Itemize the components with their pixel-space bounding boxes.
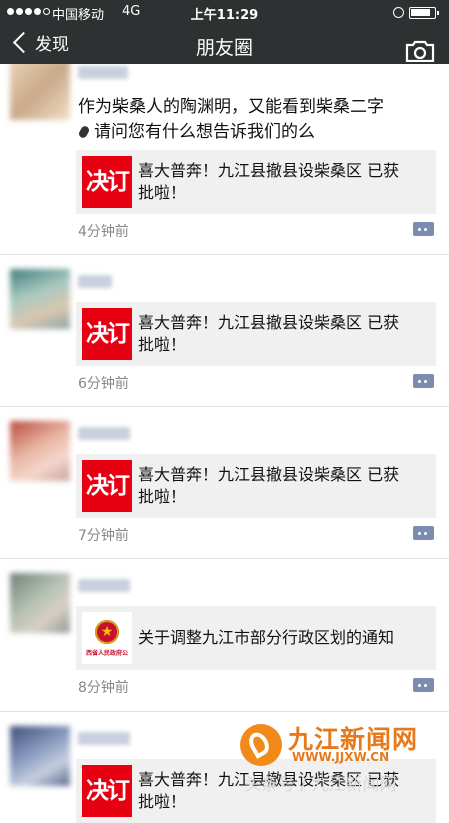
status-time: 上午11:29 bbox=[190, 8, 259, 23]
link-title-line: 喜大普奔！九江县撤县设柴桑区 已获 bbox=[138, 161, 400, 180]
link-title-line: 喜大普奔！九江县撤县设柴桑区 已获 bbox=[138, 313, 400, 332]
user-name[interactable] bbox=[78, 732, 130, 745]
avatar[interactable] bbox=[10, 726, 70, 786]
article-thumbnail: 决订 bbox=[82, 308, 132, 360]
top-bar: 中国移动 4G 上午11:29 发现 朋友圈 bbox=[0, 0, 449, 64]
status-bar: 中国移动 4G 上午11:29 bbox=[0, 0, 449, 24]
comment-icon[interactable] bbox=[413, 374, 434, 388]
article-thumbnail: 西省人民政府公 bbox=[82, 612, 132, 664]
link-title-line: 批啦！ bbox=[138, 335, 187, 354]
link-title-line: 关于调整九江市部分行政区划的通知 bbox=[138, 628, 395, 647]
article-thumbnail: 决订 bbox=[82, 460, 132, 512]
battery-icon bbox=[409, 7, 439, 19]
link-card[interactable]: 决订 喜大普奔！九江县撤县设柴桑区 已获 批啦！ bbox=[76, 150, 436, 214]
comment-icon[interactable] bbox=[413, 678, 434, 692]
link-title-line: 批啦！ bbox=[138, 487, 187, 506]
post-time: 4分钟前 bbox=[78, 224, 129, 240]
post-text-line: 作为柴桑人的陶渊明，又能看到柴桑二字 bbox=[78, 97, 384, 117]
moment-post: 作为柴桑人的陶渊明，又能看到柴桑二字 请问您有什么想告诉我们的么 决订 喜大普奔… bbox=[0, 60, 449, 255]
user-name[interactable] bbox=[78, 579, 130, 592]
link-title: 喜大普奔！九江县撤县设柴桑区 已获 批啦！ bbox=[138, 464, 426, 508]
link-title: 喜大普奔！九江县撤县设柴桑区 已获 批啦！ bbox=[138, 312, 426, 356]
user-name[interactable] bbox=[78, 275, 112, 288]
post-text: 作为柴桑人的陶渊明，又能看到柴桑二字 请问您有什么想告诉我们的么 bbox=[77, 95, 438, 145]
nav-bar: 发现 朋友圈 bbox=[0, 24, 449, 64]
moment-post: 决订 喜大普奔！九江县撤县设柴桑区 已获 批啦！ 6分钟前 bbox=[0, 255, 449, 407]
watermark: 九江新闻网 WWW.JJXW.CN 头条号 / 九江新闻网 bbox=[236, 718, 442, 795]
post-time: 8分钟前 bbox=[78, 680, 129, 696]
user-name[interactable] bbox=[78, 66, 128, 79]
watermark-url: WWW.JJXW.CN bbox=[292, 750, 390, 764]
link-title: 关于调整九江市部分行政区划的通知 bbox=[138, 627, 426, 649]
watermark-slogan: 头条号 / 九江新闻网 bbox=[244, 775, 397, 795]
comment-icon[interactable] bbox=[413, 526, 434, 540]
post-time: 6分钟前 bbox=[78, 376, 129, 392]
national-emblem-icon bbox=[95, 612, 119, 658]
link-title-line: 喜大普奔！九江县撤县设柴桑区 已获 bbox=[138, 465, 400, 484]
avatar[interactable] bbox=[10, 421, 70, 481]
site-logo-icon bbox=[240, 724, 282, 766]
rotation-lock-icon bbox=[393, 7, 404, 18]
link-card[interactable]: 决订 喜大普奔！九江县撤县设柴桑区 已获 批啦！ bbox=[76, 302, 436, 366]
link-card[interactable]: 决订 喜大普奔！九江县撤县设柴桑区 已获 批啦！ bbox=[76, 454, 436, 518]
page-title: 朋友圈 bbox=[195, 37, 253, 59]
post-time: 7分钟前 bbox=[78, 528, 129, 544]
link-title-line: 批啦！ bbox=[138, 183, 187, 202]
camera-icon[interactable] bbox=[405, 40, 435, 62]
avatar[interactable] bbox=[10, 60, 70, 120]
avatar[interactable] bbox=[10, 269, 70, 329]
moment-post: 西省人民政府公 关于调整九江市部分行政区划的通知 8分钟前 bbox=[0, 559, 449, 712]
comment-icon[interactable] bbox=[413, 222, 434, 236]
moment-post: 决订 喜大普奔！九江县撤县设柴桑区 已获 批啦！ 7分钟前 bbox=[0, 407, 449, 559]
avatar[interactable] bbox=[10, 573, 70, 633]
post-text-line: 请问您有什么想告诉我们的么 bbox=[94, 122, 315, 142]
link-title: 喜大普奔！九江县撤县设柴桑区 已获 批啦！ bbox=[138, 160, 426, 204]
microphone-emoji-icon bbox=[77, 124, 91, 140]
thumbnail-caption: 西省人民政府公 bbox=[85, 650, 128, 657]
user-name[interactable] bbox=[78, 427, 130, 440]
link-card[interactable]: 西省人民政府公 关于调整九江市部分行政区划的通知 bbox=[76, 606, 436, 670]
article-thumbnail: 决订 bbox=[82, 765, 132, 817]
article-thumbnail: 决订 bbox=[82, 156, 132, 208]
